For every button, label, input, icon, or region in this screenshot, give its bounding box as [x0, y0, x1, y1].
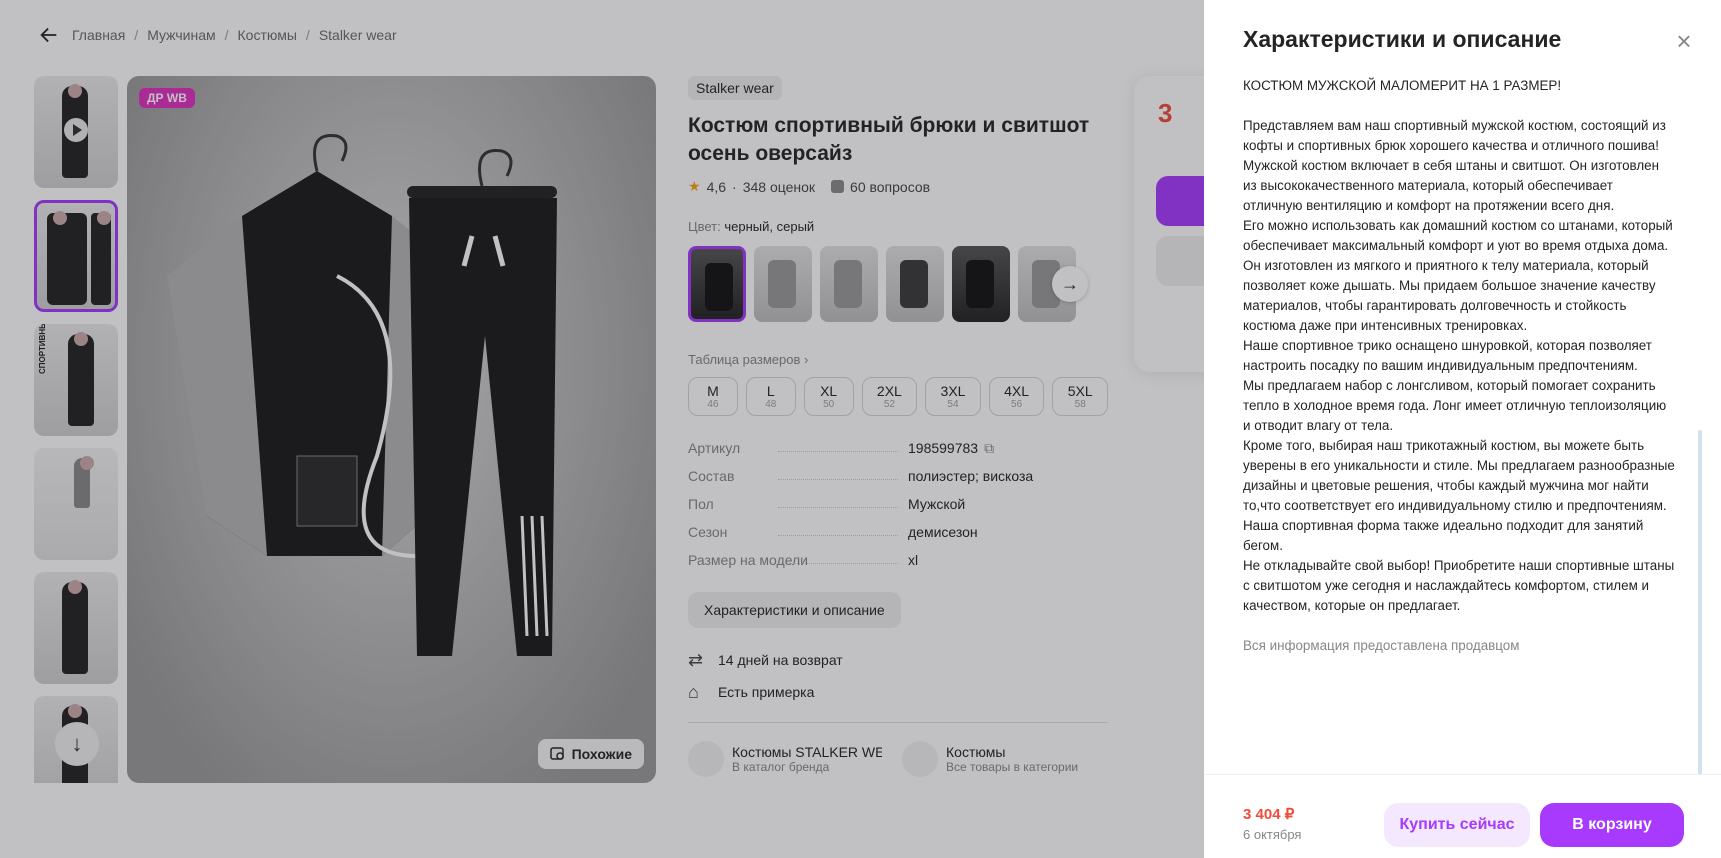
panel-title: Характеристики и описание: [1243, 26, 1562, 52]
seller-note: Вся информация предоставлена продавцом: [1243, 638, 1520, 653]
modal-backdrop[interactable]: [0, 0, 1204, 858]
description-body: КОСТЮМ МУЖСКОЙ МАЛОМЕРИТ НА 1 РАЗМЕР! Пр…: [1243, 78, 1675, 613]
footer-price: 3 404 ₽: [1243, 806, 1295, 823]
panel-footer: 3 404 ₽ 6 октября Купить сейчас В корзин…: [1204, 774, 1721, 858]
delivery-date: 6 октября: [1243, 827, 1302, 842]
description-panel: Характеристики и описание × КОСТЮМ МУЖСК…: [1204, 0, 1721, 858]
add-to-cart-button[interactable]: В корзину: [1540, 803, 1684, 847]
product-page: Главная / Мужчинам / Костюмы / Stalker w…: [0, 0, 1721, 858]
buy-now-button[interactable]: Купить сейчас: [1384, 803, 1530, 847]
close-icon[interactable]: ×: [1673, 28, 1695, 54]
description-text: КОСТЮМ МУЖСКОЙ МАЛОМЕРИТ НА 1 РАЗМЕР! Пр…: [1243, 76, 1675, 766]
panel-scrollbar[interactable]: [1698, 430, 1702, 775]
